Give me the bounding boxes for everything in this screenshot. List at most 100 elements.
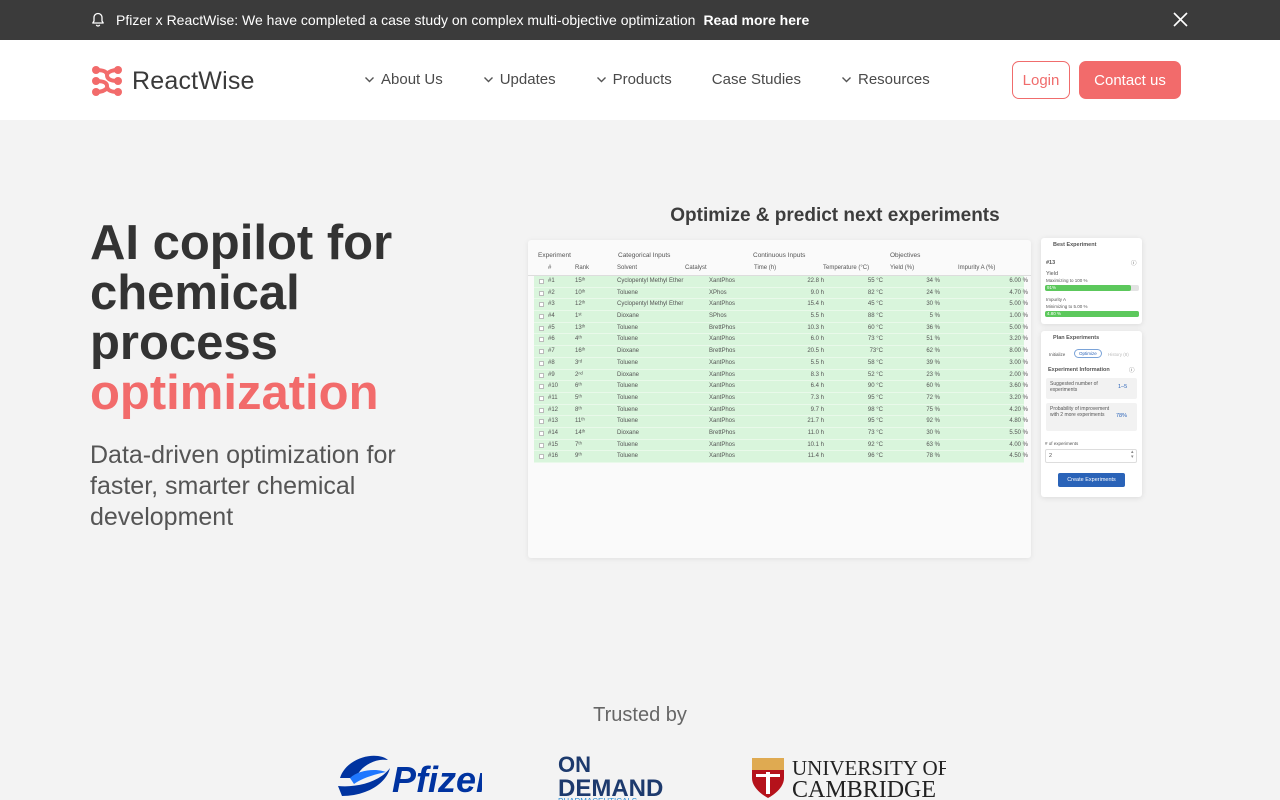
nav-case-studies[interactable]: Case Studies	[712, 71, 801, 88]
col-header[interactable]: Solvent	[617, 265, 637, 271]
row-checkbox[interactable]	[539, 337, 544, 343]
table-cell: 1.00 %	[1009, 313, 1028, 320]
brand-name: ReactWise	[132, 66, 255, 95]
contact-us-button[interactable]: Contact us	[1079, 61, 1181, 99]
row-checkbox[interactable]	[539, 454, 544, 460]
info-icon[interactable]: ⓘ	[1131, 259, 1137, 267]
table-row[interactable]: #2 10ᵗʰ Toluene XPhos 9.0 h 82 °C 24 % 4.70 %	[534, 287, 1028, 300]
table-cell: 4.80 %	[1009, 418, 1028, 425]
table-cell: 6.0 h	[810, 336, 824, 343]
col-header[interactable]: Rank	[575, 265, 589, 271]
row-checkbox[interactable]	[539, 442, 544, 448]
reactwise-logo-icon	[92, 66, 122, 96]
chevron-down-icon	[483, 77, 493, 83]
nav-about-us[interactable]: About Us	[364, 71, 443, 88]
login-button[interactable]: Login	[1012, 61, 1070, 99]
table-cell: 73°C	[869, 348, 883, 355]
hero-title-line: AI copilot for	[90, 216, 393, 270]
table-row[interactable]: #4 1ˢᵗ Dioxane SPhos 5.5 h 88 °C 5 % 1.00 %	[534, 311, 1028, 323]
impurity-goal: Minimizing to 5.00 %	[1046, 304, 1088, 309]
table-row[interactable]: #10 6ᵗʰ Toluene XantPhos 6.4 h 90 °C 60 % 3.60 …	[534, 381, 1028, 393]
table-cell: 4ᵗʰ	[575, 336, 582, 343]
row-checkbox[interactable]	[539, 349, 544, 355]
table-row[interactable]: #12 8ᵗʰ Toluene XantPhos 9.7 h 98 °C 75 % 4.20 …	[534, 404, 1028, 417]
col-header[interactable]: #	[548, 265, 551, 271]
suggested-value: 1–5	[1118, 384, 1128, 390]
table-cell: #6	[548, 336, 555, 343]
table-cell: 5 %	[929, 313, 940, 320]
table-cell: BrettPhos	[709, 429, 736, 436]
table-row[interactable]: #13 11ᵗʰ Toluene XantPhos 21.7 h 95 °C 92 % 4.8…	[534, 416, 1028, 428]
experiment-count-input[interactable]	[1045, 449, 1137, 463]
table-cell: 95 °C	[867, 394, 883, 401]
close-icon[interactable]	[1172, 11, 1189, 28]
row-checkbox[interactable]	[539, 360, 544, 366]
stepper-icon[interactable]: ▴ ▾	[1131, 450, 1134, 460]
table-cell: #5	[548, 324, 555, 331]
table-row[interactable]: #8 3ʳᵈ Toluene XantPhos 5.5 h 58 °C 39 % 3.00 %	[534, 357, 1028, 370]
table-cell: 6.00 %	[1009, 278, 1028, 284]
tab-initialize[interactable]: Initialize	[1049, 352, 1065, 357]
table-row[interactable]: #16 9ᵗʰ Toluene XantPhos 11.4 h 96 °C 78 % 4.50…	[534, 451, 1028, 463]
table-cell: 9ᵗʰ	[575, 453, 582, 460]
count-value: 2	[1049, 453, 1053, 459]
col-header[interactable]: Temperature (°C)	[823, 265, 869, 271]
col-header[interactable]: Impurity A (%)	[958, 265, 995, 271]
table-cell: 5ᵗʰ	[575, 394, 582, 401]
row-checkbox[interactable]	[539, 314, 544, 320]
col-header[interactable]: Yield (%)	[890, 265, 914, 271]
table-cell: 36 %	[926, 324, 940, 331]
col-header[interactable]: Time (h)	[754, 265, 776, 271]
table-cell: 60 %	[926, 383, 940, 390]
hero-title: AI copilot for chemical process optimiza…	[90, 218, 490, 418]
nav-label: Products	[612, 71, 672, 88]
table-row[interactable]: #3 12ᵗʰ Cyclopentyl Methyl Ether XantPhos 15…	[534, 299, 1028, 312]
table-cell: #12	[548, 406, 559, 413]
table-row[interactable]: #7 16ᵗʰ Dioxane BrettPhos 20.5 h 73°C 62 % 8.00…	[534, 346, 1028, 358]
create-experiments-button[interactable]: Create Experiments	[1058, 473, 1125, 487]
table-row[interactable]: #5 13ᵗʰ Toluene BrettPhos 10.3 h 60 °C 36 % 5.0…	[534, 322, 1028, 335]
table-row[interactable]: #9 2ⁿᵈ Dioxane XantPhos 8.3 h 52 °C 23 % 2.00 %	[534, 369, 1028, 382]
info-icon[interactable]: ⓘ	[1129, 366, 1135, 374]
group-objectives: Objectives	[890, 252, 921, 259]
brand-logo[interactable]: ReactWise	[90, 64, 255, 98]
table-cell: #1	[548, 278, 555, 284]
announcement-message: Pfizer x ReactWise: We have completed a …	[116, 12, 696, 28]
table-cell: 30 %	[926, 301, 940, 308]
nav-products[interactable]: Products	[596, 71, 672, 88]
chevron-down-icon	[596, 77, 606, 83]
row-checkbox[interactable]	[539, 430, 544, 436]
table-row[interactable]: #11 5ᵗʰ Toluene XantPhos 7.3 h 95 °C 72 % 3.20 …	[534, 392, 1028, 405]
table-cell: 4.20 %	[1009, 406, 1028, 413]
row-checkbox[interactable]	[539, 279, 544, 284]
col-header[interactable]: Catalyst	[685, 265, 707, 271]
table-row[interactable]: #6 4ᵗʰ Toluene XantPhos 6.0 h 73 °C 51 % 3.20 %	[534, 334, 1028, 347]
table-row[interactable]: #14 14ᵗʰ Dioxane BrettPhos 11.0 h 73 °C 30 % 5.…	[534, 427, 1028, 440]
row-checkbox[interactable]	[539, 419, 544, 425]
table-cell: XantPhos	[709, 453, 736, 460]
table-cell: 51 %	[926, 336, 940, 343]
row-checkbox[interactable]	[539, 384, 544, 390]
row-checkbox[interactable]	[539, 325, 544, 331]
row-checkbox[interactable]	[539, 407, 544, 413]
nav-updates[interactable]: Updates	[483, 71, 556, 88]
table-cell: 78 %	[926, 453, 940, 460]
row-checkbox[interactable]	[539, 302, 544, 308]
row-checkbox[interactable]	[539, 395, 544, 401]
table-cell: Toluene	[617, 324, 639, 331]
row-checkbox[interactable]	[539, 372, 544, 378]
table-row[interactable]: #15 7ᵗʰ Toluene XantPhos 10.1 h 92 °C 63 % 4.00…	[534, 439, 1028, 452]
nav-resources[interactable]: Resources	[841, 71, 930, 88]
table-cell: 45 °C	[867, 301, 883, 308]
svg-text:CAMBRIDGE: CAMBRIDGE	[792, 777, 936, 800]
trusted-by-label: Trusted by	[593, 704, 687, 726]
tab-history[interactable]: History (8)	[1108, 352, 1129, 357]
nav-label: Case Studies	[711, 71, 801, 88]
chevron-down-icon	[365, 77, 374, 83]
table-cell: BrettPhos	[709, 324, 736, 331]
table-cell: 13ᵗʰ	[575, 324, 586, 331]
row-checkbox[interactable]	[539, 290, 544, 296]
table-row[interactable]: #1 15ᵗʰ Cyclopentyl Methyl Ether XantPhos 22…	[534, 276, 1028, 288]
tab-optimize[interactable]: Optimize	[1074, 349, 1102, 358]
read-more-link[interactable]: Read more here	[703, 12, 809, 28]
